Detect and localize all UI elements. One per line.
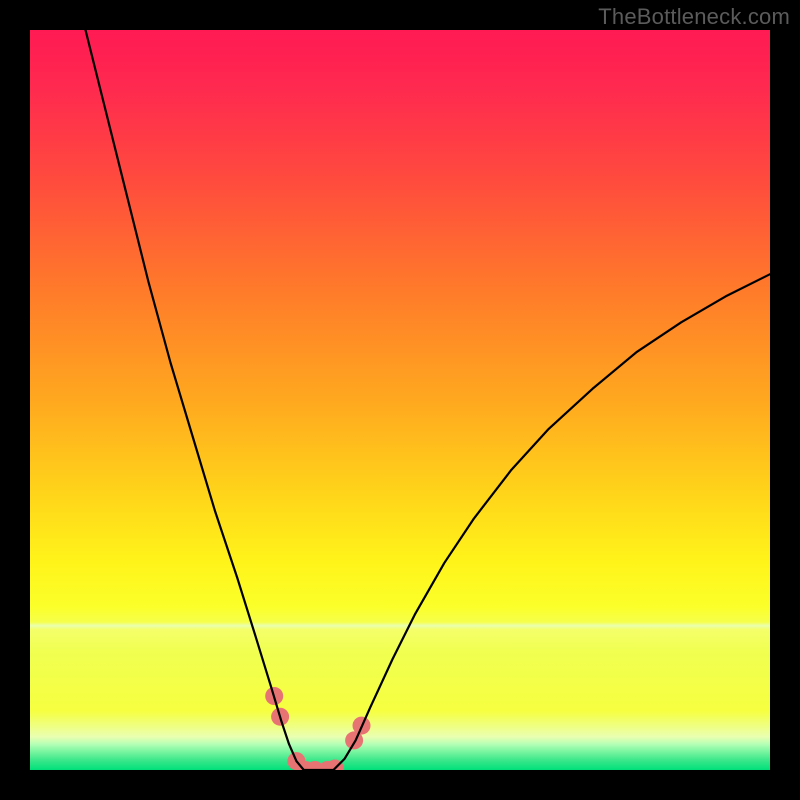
chart-frame: { "watermark": "TheBottleneck.com", "cha…	[0, 0, 800, 800]
bottleneck-chart	[0, 0, 800, 800]
gradient-background	[30, 30, 770, 770]
watermark-text: TheBottleneck.com	[598, 4, 790, 30]
